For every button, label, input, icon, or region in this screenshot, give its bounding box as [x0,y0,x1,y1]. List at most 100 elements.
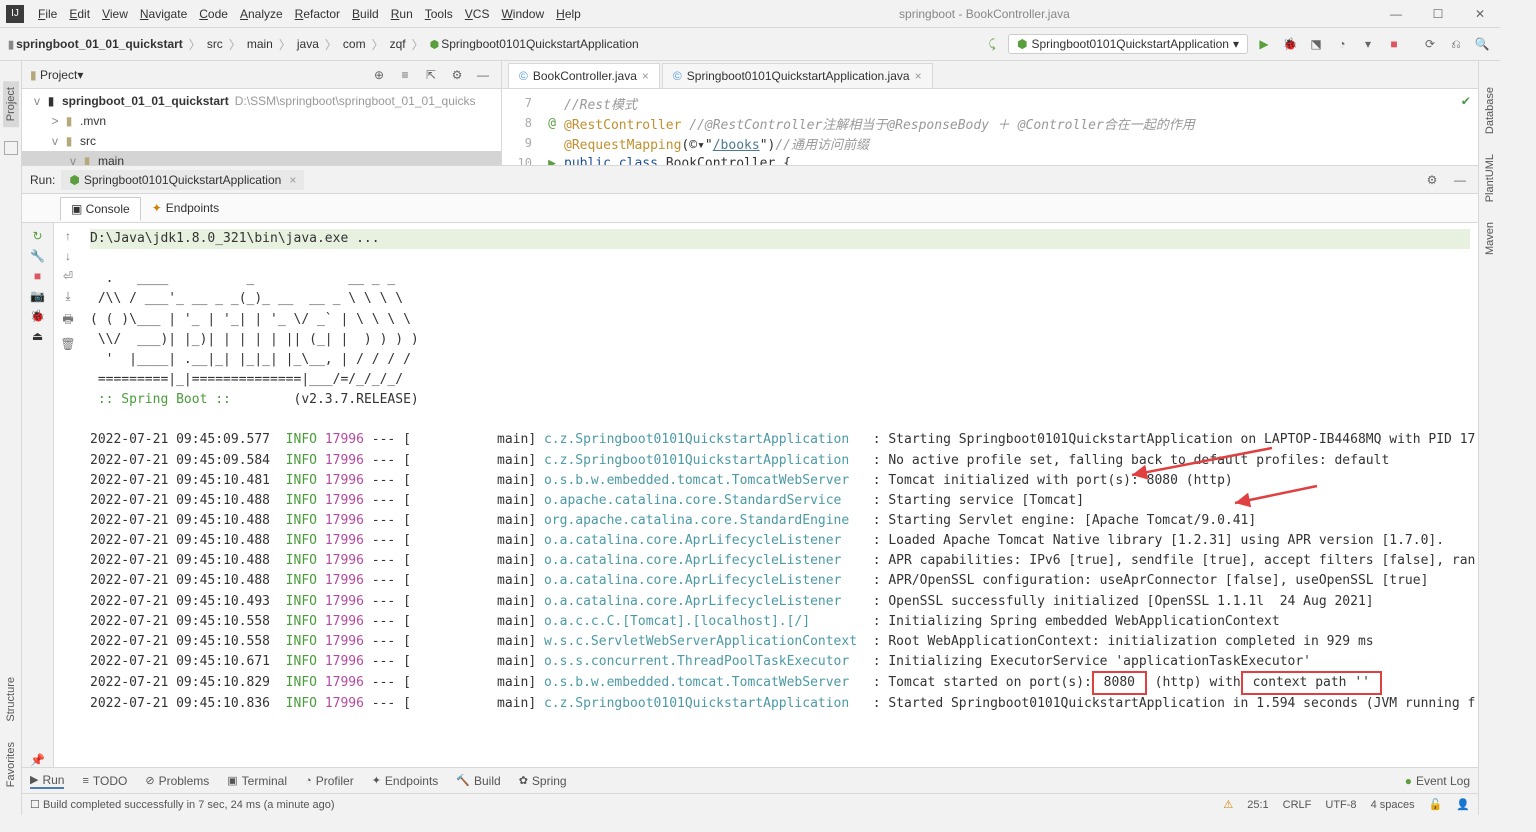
stop-button[interactable]: ■ [1384,34,1404,54]
menu-refactor[interactable]: Refactor [289,7,346,21]
code-editor[interactable]: ✔ 7//Rest模式8@@RestController //@RestCont… [502,89,1478,165]
down-icon[interactable]: ↓ [65,249,71,263]
bottom-tab-terminal[interactable]: ▣Terminal [227,774,287,788]
collapse-icon[interactable]: ⇱ [421,65,441,85]
event-log-tab[interactable]: ● Event Log [1405,774,1470,788]
titlebar: IJ FileEditViewNavigateCodeAnalyzeRefact… [0,0,1500,28]
run-tab[interactable]: ⬢ Springboot0101QuickstartApplication × [61,170,304,190]
stop-button[interactable]: ■ [34,269,41,283]
bottom-tab-build[interactable]: 🔨Build [456,774,500,788]
search-icon[interactable]: 🔍 [1472,34,1492,54]
readonly-icon[interactable]: 🔓 [1429,798,1443,811]
print-icon[interactable]: 🖶 [62,310,73,331]
subtab-endpoints[interactable]: ✦ Endpoints [141,196,230,220]
close-icon[interactable]: × [289,173,296,187]
subtab-console[interactable]: ▣ Console [60,197,141,221]
update-icon[interactable]: ⟳ [1420,34,1440,54]
indent-setting[interactable]: 4 spaces [1371,799,1415,811]
bottom-tab-endpoints[interactable]: ✦Endpoints [372,774,439,788]
menu-view[interactable]: View [96,7,134,21]
pin-icon[interactable]: 📌 [30,753,45,767]
build-icon[interactable]: ⤹ [982,34,1002,54]
run-config-selector[interactable]: ⬢ Springboot0101QuickstartApplication ▾ [1008,34,1248,54]
breadcrumb: ▮ springboot_01_01_quickstart〉src〉main〉j… [8,36,639,53]
menu-build[interactable]: Build [346,7,385,21]
menu-code[interactable]: Code [193,7,234,21]
debug-button[interactable]: 🐞 [1280,34,1300,54]
maven-tool-tab[interactable]: Maven [1482,216,1498,261]
close-icon[interactable]: × [642,69,649,83]
camera-icon[interactable]: 📷 [30,289,45,303]
close-icon[interactable]: × [915,69,922,83]
breadcrumb-item[interactable]: main [247,37,273,51]
console-output[interactable]: D:\Java\jdk1.8.0_321\bin\java.exe ... . … [82,223,1478,767]
tree-root[interactable]: v▮springboot_01_01_quickstartD:\SSM\spri… [22,91,501,111]
git-icon[interactable]: ⎌ [1446,34,1466,54]
menu-edit[interactable]: Edit [63,7,96,21]
minimize-button[interactable]: — [1382,4,1410,24]
folder-icon: ▮ [30,68,37,82]
locate-icon[interactable]: ⊕ [369,65,389,85]
hammer-icon[interactable]: 🔧 [30,249,45,263]
editor-tab[interactable]: ©Springboot0101QuickstartApplication.jav… [662,63,933,88]
run-tab-label: Springboot0101QuickstartApplication [84,173,281,187]
bottom-tab-todo[interactable]: ≡TODO [82,774,127,788]
caret-position[interactable]: 25:1 [1247,799,1268,811]
run-button[interactable]: ▶ [1254,34,1274,54]
project-tree[interactable]: v▮springboot_01_01_quickstartD:\SSM\spri… [22,89,501,165]
line-separator[interactable]: CRLF [1283,799,1312,811]
attach-button[interactable]: ▾ [1358,34,1378,54]
favorites-tool-tab[interactable]: Favorites [3,736,19,793]
gear-icon[interactable]: ⚙ [447,65,467,85]
bookmark-icon[interactable] [4,141,18,155]
warning-icon[interactable]: ⚠ [1223,798,1233,811]
project-tool-tab[interactable]: Project [3,81,19,127]
chevron-down-icon[interactable]: ▾ [77,68,83,82]
expand-icon[interactable]: ≡ [395,65,415,85]
inspection-icon[interactable]: 👤 [1456,798,1470,811]
breadcrumb-separator: 〉 [189,36,201,53]
exit-icon[interactable]: ⏏ [32,329,43,343]
maximize-button[interactable]: ☐ [1424,4,1452,24]
tree-item[interactable]: v▮main [22,151,501,165]
menu-analyze[interactable]: Analyze [234,7,289,21]
rerun-button[interactable]: ↻ [32,229,42,243]
trash-icon[interactable]: 🗑 [60,337,75,351]
breadcrumb-item[interactable]: ▮ springboot_01_01_quickstart [8,37,183,51]
hide-icon[interactable]: — [1450,170,1470,190]
database-tool-tab[interactable]: Database [1482,81,1498,140]
editor-tab[interactable]: ©BookController.java× [508,63,660,88]
bottom-tab-profiler[interactable]: ◔Profiler [305,774,354,788]
structure-tool-tab[interactable]: Structure [3,671,19,728]
menu-navigate[interactable]: Navigate [134,7,193,21]
breadcrumb-item[interactable]: java [297,37,319,51]
menu-file[interactable]: File [32,7,63,21]
breadcrumb-item[interactable]: com [343,37,366,51]
code-line: 8@@RestController //@RestController注解相当于… [502,113,1478,133]
tree-item[interactable]: >▮.mvn [22,111,501,131]
bottom-tab-run[interactable]: ▶Run [30,773,64,789]
wrap-icon[interactable]: ⏎ [63,269,73,283]
breadcrumb-item[interactable]: src [207,37,223,51]
scroll-icon[interactable]: ⤓ [65,289,70,304]
close-button[interactable]: ✕ [1466,4,1494,24]
menu-tools[interactable]: Tools [419,7,459,21]
breadcrumb-item[interactable]: ⬢ Springboot0101QuickstartApplication [430,37,639,51]
profile-button[interactable]: ◔ [1332,34,1352,54]
file-encoding[interactable]: UTF-8 [1325,799,1356,811]
bug-icon[interactable]: 🐞 [30,309,45,323]
plantuml-tool-tab[interactable]: PlantUML [1482,148,1498,208]
gear-icon[interactable]: ⚙ [1422,170,1442,190]
hide-icon[interactable]: — [473,65,493,85]
breadcrumb-item[interactable]: zqf [390,37,406,51]
up-icon[interactable]: ↑ [65,229,71,243]
bottom-tab-spring[interactable]: ✿Spring [519,774,567,788]
menu-run[interactable]: Run [385,7,419,21]
tree-item[interactable]: v▮src [22,131,501,151]
menu-vcs[interactable]: VCS [459,7,496,21]
bottom-tab-problems[interactable]: ⊘Problems [145,774,209,788]
menu-help[interactable]: Help [550,7,587,21]
menu-window[interactable]: Window [495,7,550,21]
coverage-button[interactable]: ⬔ [1306,34,1326,54]
console-toolbar: ↑ ↓ ⏎ ⤓ 🖶 🗑 [54,223,82,767]
